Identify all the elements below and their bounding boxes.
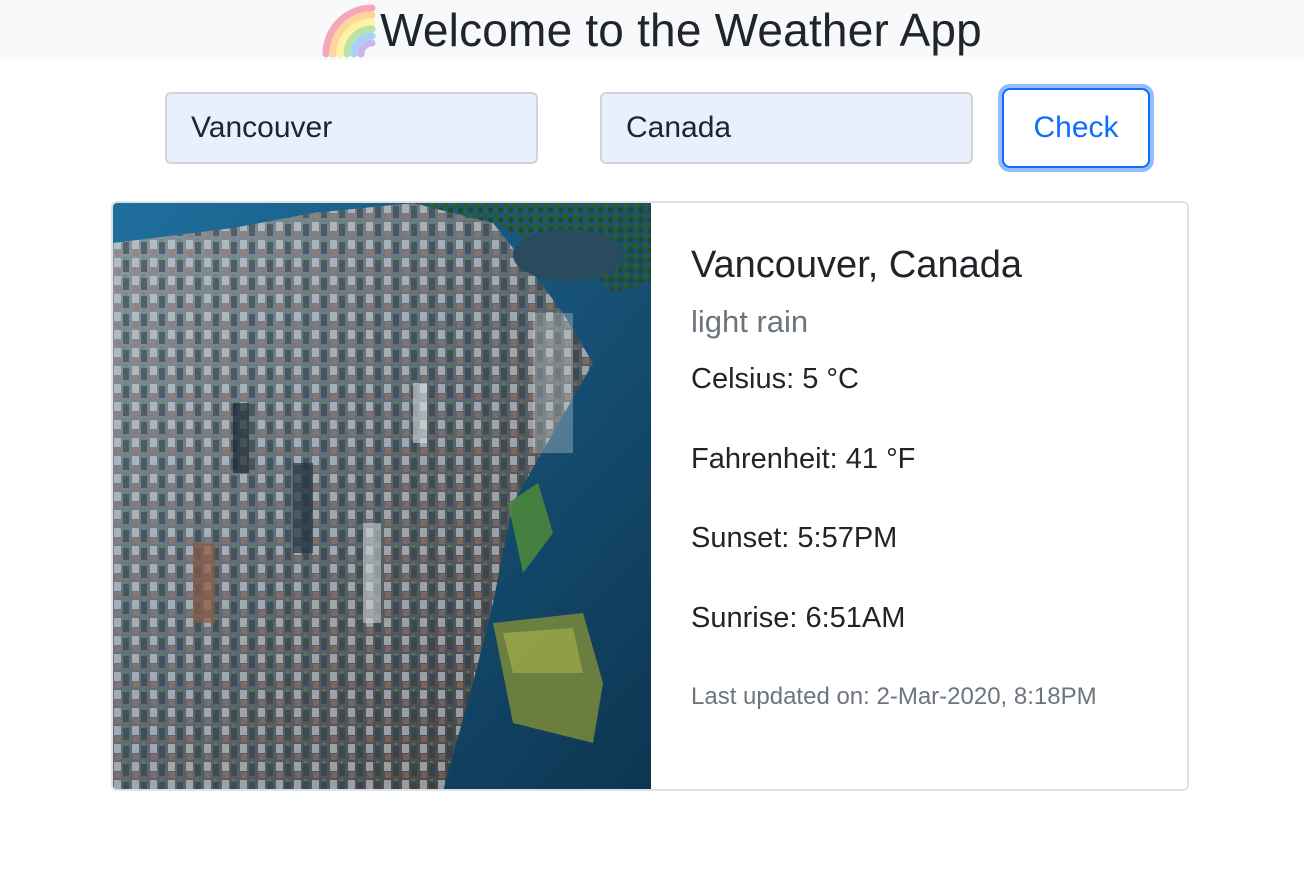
weather-card: Vancouver, Canada light rain Celsius: 5 … (111, 201, 1189, 791)
sunrise-time: Sunrise: 6:51AM (691, 602, 906, 635)
sunset-time: Sunset: 5:57PM (691, 522, 898, 555)
location-title: Vancouver, Canada (691, 244, 1022, 286)
header-content: Welcome to the Weather App (322, 2, 982, 58)
weather-description: light rain (691, 303, 809, 339)
page-title: Welcome to the Weather App (380, 4, 982, 56)
last-updated-text: Last updated on: 2-Mar-2020, 8:18PM (691, 682, 1097, 710)
celsius-temperature: Celsius: 5 °C (691, 362, 859, 395)
weather-details: Vancouver, Canada light rain Celsius: 5 … (691, 243, 1171, 711)
country-input[interactable] (600, 92, 973, 164)
page-header: Welcome to the Weather App (0, 0, 1304, 60)
rainbow-icon (322, 4, 376, 58)
check-button[interactable]: Check (1002, 88, 1150, 168)
city-input[interactable] (165, 92, 538, 164)
fahrenheit-temperature: Fahrenheit: 41 °F (691, 442, 916, 475)
vancouver-aerial-photo (113, 203, 651, 789)
search-form: Check (0, 88, 1304, 170)
